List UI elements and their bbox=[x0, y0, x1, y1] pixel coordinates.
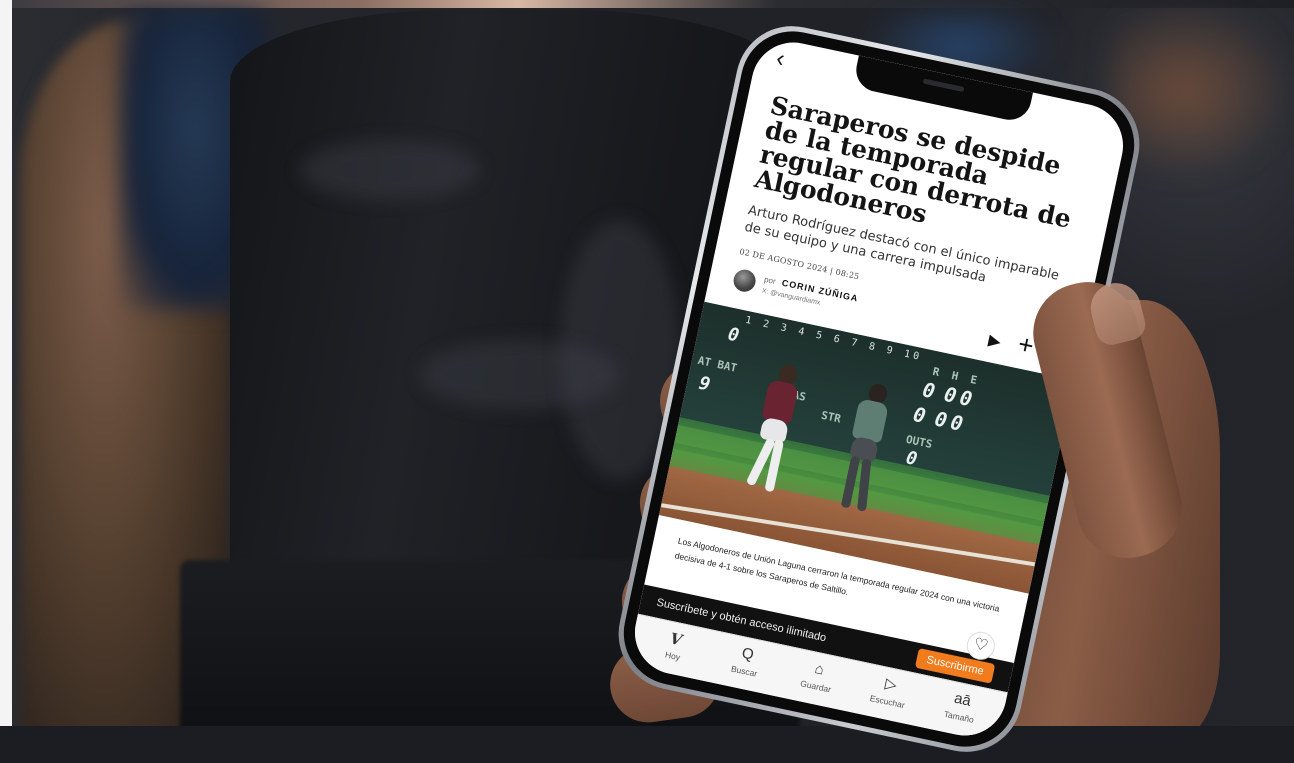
speaker bbox=[922, 78, 965, 93]
score-e2: 0 bbox=[948, 409, 966, 436]
score-h2: 0 bbox=[932, 406, 950, 433]
play-icon[interactable]: ▶ bbox=[987, 330, 1003, 352]
listen-icon: ▷ bbox=[883, 674, 899, 694]
logo-icon: V bbox=[668, 629, 684, 650]
author-avatar bbox=[731, 267, 758, 294]
left-edge bbox=[0, 0, 12, 726]
score-r2: 0 bbox=[911, 401, 928, 428]
at-bat-label: AT BAT bbox=[696, 353, 739, 375]
text-size-icon: aā bbox=[952, 689, 973, 710]
pants-fold bbox=[300, 140, 480, 200]
top-photo-strip bbox=[0, 0, 1294, 8]
bookmark-icon: ⌂ bbox=[813, 659, 826, 679]
byline-prefix: por bbox=[763, 274, 777, 287]
score-h: 0 bbox=[941, 381, 959, 408]
strikes-label: STR bbox=[819, 408, 843, 426]
at-bat-number: 9 bbox=[697, 372, 713, 396]
tab-label: Guardar bbox=[799, 678, 833, 695]
tab-label: Tamaño bbox=[943, 708, 975, 725]
tab-label: Buscar bbox=[730, 663, 759, 679]
tab-label: Escuchar bbox=[868, 692, 906, 711]
tab-label: Hoy bbox=[664, 649, 682, 663]
score-r: 0 bbox=[920, 377, 938, 404]
search-icon: Q bbox=[740, 644, 756, 664]
outs-value: 0 bbox=[904, 447, 920, 471]
back-icon[interactable]: ‹ bbox=[774, 45, 787, 74]
score-first: 0 bbox=[725, 323, 741, 347]
score-e: 0 bbox=[957, 385, 975, 412]
